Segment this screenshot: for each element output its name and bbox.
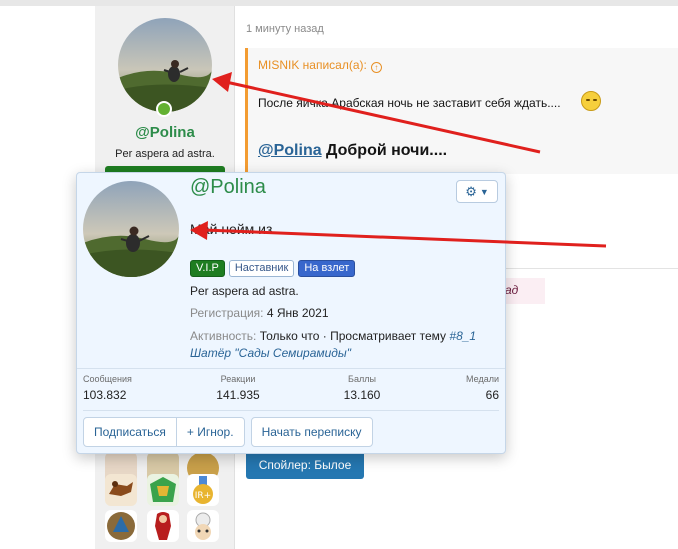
online-status-icon (156, 101, 172, 117)
award-icon[interactable] (147, 474, 179, 506)
awards-grid: IR+ (103, 452, 223, 549)
stat-reactions[interactable]: Реакции 141.935 (213, 374, 263, 402)
quote-author[interactable]: MISNIK написал(а): ↑ (258, 58, 382, 73)
stat-messages[interactable]: Сообщения 103.832 (83, 374, 132, 402)
quote-text: После яичка Арабская ночь не заставит се… (258, 96, 561, 110)
award-icon[interactable]: IR+ (187, 474, 219, 506)
card-username[interactable]: @Polina (190, 176, 266, 199)
card-custom-status: Май нейм из (190, 221, 273, 237)
subscribe-button[interactable]: Подписаться (84, 418, 176, 446)
caret-down-icon: ▼ (479, 186, 489, 197)
award-icon[interactable] (147, 510, 179, 542)
follow-ignore-group: Подписаться + Игнор. (83, 417, 245, 447)
member-options-button[interactable]: ⚙ ▼ (456, 180, 498, 203)
card-activity: Активность: Только что · Просматривает т… (190, 329, 477, 360)
user-avatar[interactable] (118, 18, 212, 112)
award-icon[interactable] (105, 474, 137, 506)
card-separator (77, 368, 505, 369)
member-stats: Сообщения 103.832 Реакции 141.935 Баллы 13.… (83, 374, 499, 410)
start-conversation-button[interactable]: Начать переписку (250, 417, 373, 447)
card-registration: Регистрация: 4 Янв 2021 (190, 306, 329, 320)
sidebar-motto: Per aspera ad astra. (115, 148, 215, 160)
award-icon[interactable] (187, 510, 219, 542)
card-avatar[interactable] (83, 181, 179, 277)
sidebar-username[interactable]: @Polina (95, 124, 235, 141)
thinking-emoji-icon (581, 91, 601, 111)
colored-text: ад (505, 283, 519, 297)
card-actions: Подписаться + Игнор. Начать переписку (83, 417, 373, 447)
badge-mentor: Наставник (228, 260, 295, 277)
award-icon[interactable] (105, 510, 137, 542)
stat-points[interactable]: Баллы 13.160 (337, 374, 387, 402)
spoiler-button[interactable]: Спойлер: Былое (246, 451, 364, 479)
svg-text:IR+: IR+ (195, 491, 211, 501)
avatar-photo (118, 18, 212, 112)
user-mention-link[interactable]: @Polina (258, 142, 322, 159)
post-time[interactable]: 1 минуту назад (246, 23, 324, 35)
go-to-quote-icon[interactable]: ↑ (370, 62, 382, 73)
avatar-photo (83, 181, 179, 277)
stat-medals[interactable]: Медали 66 (449, 374, 499, 402)
stats-divider (83, 410, 499, 411)
badge-vip: V.I.P (190, 260, 225, 277)
ignore-button[interactable]: + Игнор. (175, 418, 244, 446)
card-motto: Per aspera ad astra. (190, 284, 299, 298)
badge-takeoff: На взлет (298, 260, 356, 277)
user-badges: V.I.P Наставник На взлет (190, 260, 356, 277)
post-greeting: @Polina Доброй ночи.... (258, 142, 448, 159)
gear-icon: ⚙ (465, 183, 477, 199)
